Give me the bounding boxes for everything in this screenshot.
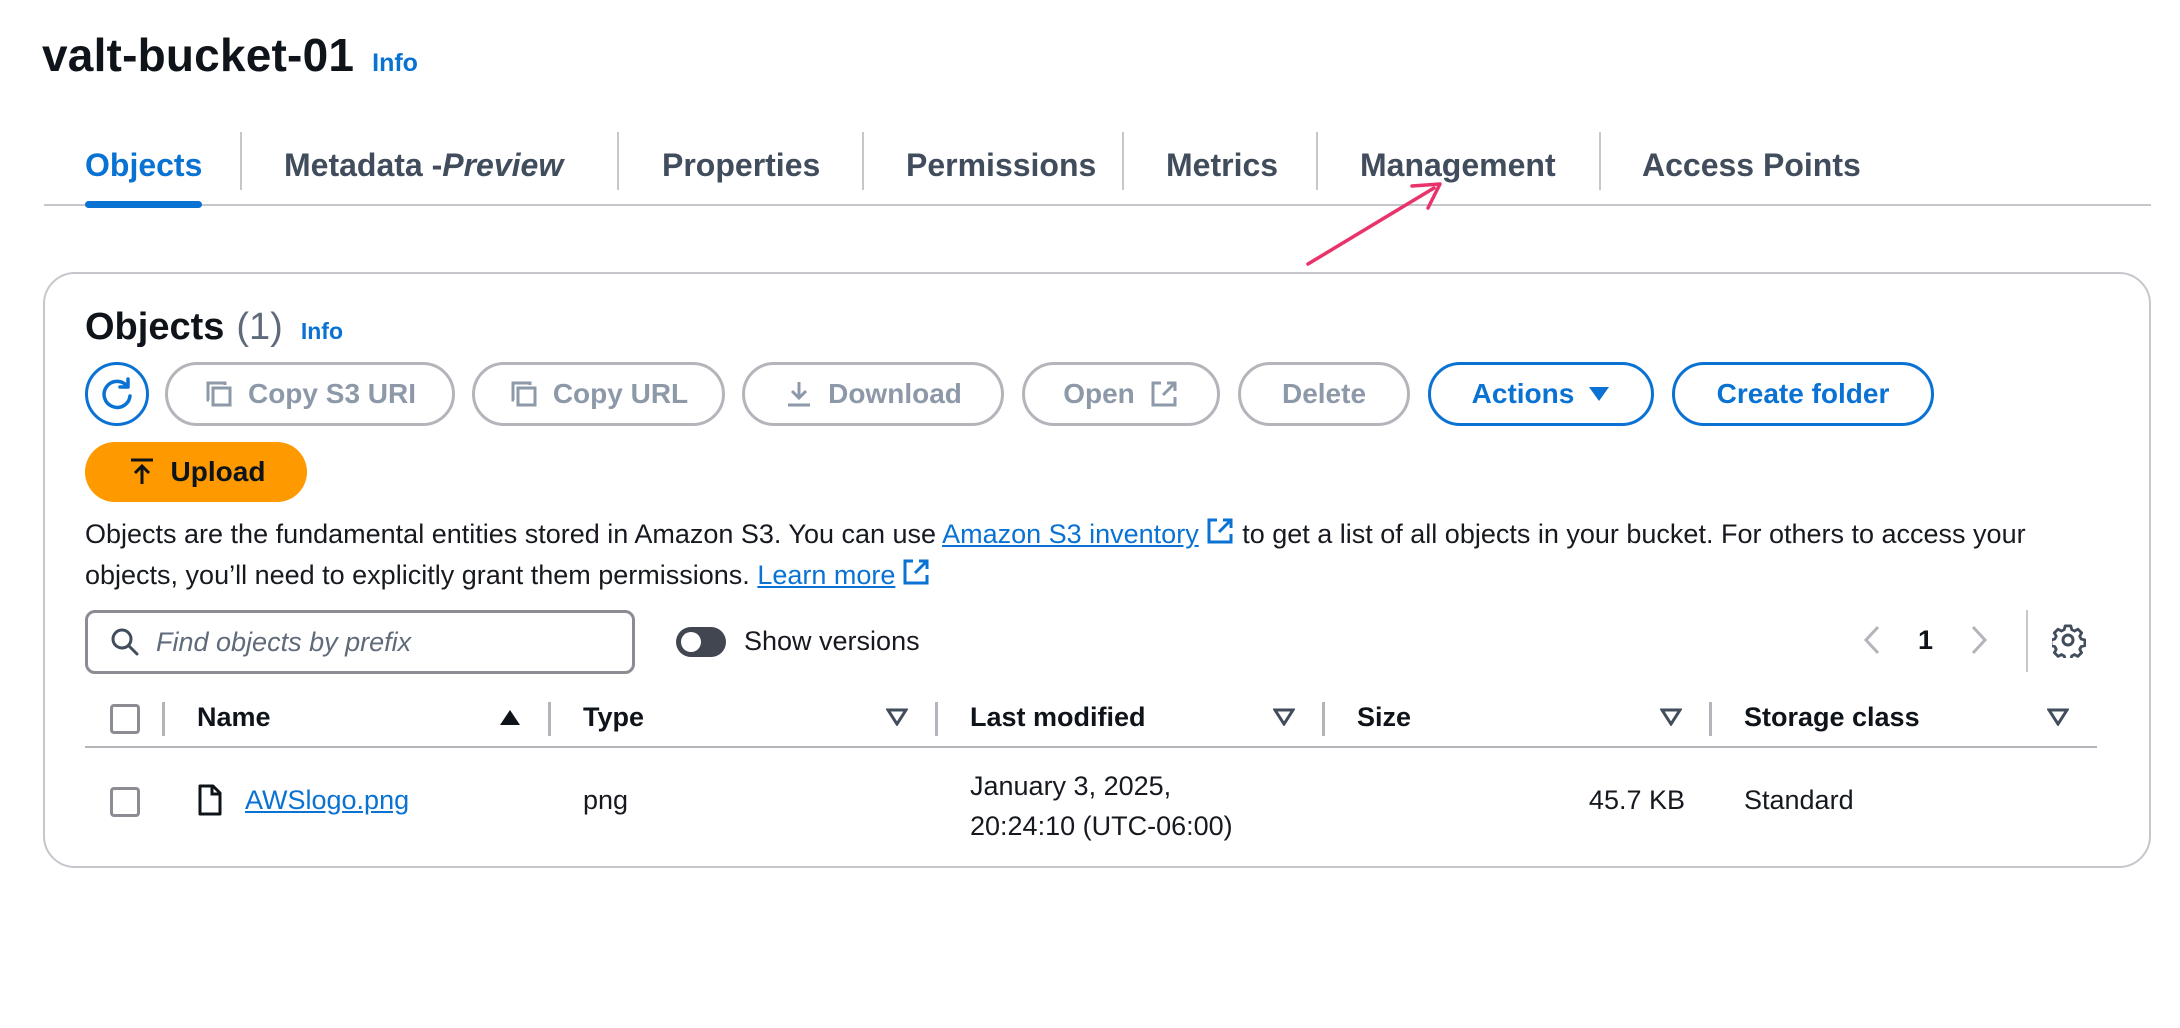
copy-url-label: Copy URL	[552, 378, 689, 409]
search-box[interactable]	[85, 610, 635, 674]
column-divider	[935, 702, 938, 736]
sort-icon[interactable]	[1660, 708, 1682, 726]
sort-icon[interactable]	[1273, 708, 1295, 726]
actions-label: Actions	[1471, 378, 1575, 409]
column-header-last-modified[interactable]: Last modified	[970, 702, 1146, 733]
delete-label: Delete	[1281, 378, 1367, 409]
tab-divider	[240, 132, 242, 190]
description-text: Objects are the fundamental entities sto…	[85, 519, 943, 549]
s3-inventory-link-label: Amazon S3 inventory	[942, 519, 1199, 549]
copy-icon	[509, 379, 539, 409]
tab-management[interactable]: Management	[1360, 126, 1556, 204]
last-modified-date: January 3, 2025,	[970, 771, 1172, 801]
copy-url-button[interactable]: Copy URL	[472, 362, 725, 426]
tab-permissions[interactable]: Permissions	[906, 126, 1096, 204]
delete-button[interactable]: Delete	[1238, 362, 1410, 426]
object-last-modified-cell: January 3, 2025, 20:24:10 (UTC-06:00)	[970, 766, 1233, 846]
table-header: Name Type Last modified Size Storage cla…	[85, 690, 2097, 748]
tab-divider	[617, 132, 619, 190]
create-folder-button[interactable]: Create folder	[1672, 362, 1934, 426]
learn-more-link[interactable]: Learn more	[757, 559, 931, 590]
table-row: AWSlogo.png png January 3, 2025, 20:24:1…	[85, 748, 2097, 852]
upload-button[interactable]: Upload	[85, 442, 307, 502]
sort-icon[interactable]	[886, 708, 908, 726]
tab-access-points[interactable]: Access Points	[1642, 126, 1861, 204]
chevron-right-icon[interactable]	[1969, 624, 1989, 656]
gear-icon[interactable]	[2052, 624, 2086, 658]
toggle-knob	[681, 631, 701, 652]
column-divider	[1709, 702, 1712, 736]
last-modified-time: 20:24:10 (UTC-06:00)	[970, 811, 1233, 841]
tab-metrics[interactable]: Metrics	[1166, 126, 1278, 204]
search-input[interactable]	[156, 626, 596, 658]
external-link-icon	[1207, 518, 1233, 544]
copy-s3-uri-label: Copy S3 URI	[247, 378, 417, 409]
show-versions-control: Show versions	[676, 626, 920, 657]
objects-heading: Objects	[85, 306, 225, 348]
tab-divider	[1599, 132, 1601, 190]
object-storage-class-cell: Standard	[1744, 785, 1854, 815]
select-all-checkbox[interactable]	[110, 704, 140, 734]
file-icon	[198, 784, 222, 816]
sort-icon[interactable]	[2047, 708, 2069, 726]
upload-label: Upload	[170, 456, 266, 487]
s3-inventory-link[interactable]: Amazon S3 inventory	[942, 518, 1235, 549]
open-button[interactable]: Open	[1022, 362, 1220, 426]
caret-down-icon	[1588, 386, 1610, 402]
tab-label: Metadata -	[284, 146, 443, 183]
copy-icon	[204, 379, 234, 409]
download-icon	[784, 379, 814, 409]
pagination-divider	[2026, 610, 2028, 672]
create-folder-label: Create folder	[1716, 378, 1890, 409]
objects-header: Objects (1) Info	[85, 306, 343, 349]
objects-description: Objects are the fundamental entities sto…	[85, 514, 2115, 596]
download-button[interactable]: Download	[742, 362, 1004, 426]
column-header-storage-class[interactable]: Storage class	[1744, 702, 1920, 733]
show-versions-label: Show versions	[744, 626, 920, 656]
upload-icon	[127, 457, 157, 487]
object-type-cell: png	[583, 785, 629, 815]
external-link-icon	[1149, 379, 1179, 409]
download-label: Download	[828, 378, 962, 409]
tab-objects[interactable]: Objects	[85, 126, 203, 208]
column-header-name[interactable]: Name	[197, 702, 271, 733]
pagination: 1	[1862, 624, 1989, 656]
sort-ascending-icon[interactable]	[499, 708, 521, 726]
info-link[interactable]: Info	[372, 49, 418, 78]
column-header-type[interactable]: Type	[583, 702, 644, 733]
object-name-link[interactable]: AWSlogo.png	[245, 785, 409, 815]
object-size-cell: 45.7 KB	[1588, 785, 1685, 815]
objects-count: (1)	[236, 306, 283, 348]
column-divider	[1322, 702, 1325, 736]
objects-table: Name Type Last modified Size Storage cla…	[85, 690, 2097, 852]
search-icon	[111, 628, 139, 656]
refresh-button[interactable]	[85, 362, 149, 426]
tab-divider	[1122, 132, 1124, 190]
tab-divider	[1316, 132, 1318, 190]
open-label: Open	[1063, 378, 1135, 409]
external-link-icon	[903, 559, 929, 585]
tab-metadata-preview[interactable]: Metadata - Preview	[284, 126, 563, 204]
column-header-size[interactable]: Size	[1357, 702, 1411, 733]
learn-more-link-label: Learn more	[757, 560, 896, 590]
chevron-left-icon[interactable]	[1862, 624, 1882, 656]
tab-divider	[862, 132, 864, 190]
row-checkbox[interactable]	[110, 787, 140, 817]
refresh-icon	[102, 377, 132, 410]
current-page[interactable]: 1	[1918, 625, 1933, 656]
tab-label-preview: Preview	[442, 146, 564, 183]
column-divider	[548, 702, 551, 736]
column-divider	[162, 702, 165, 736]
copy-s3-uri-button[interactable]: Copy S3 URI	[165, 362, 455, 426]
tab-properties[interactable]: Properties	[662, 126, 820, 204]
show-versions-toggle[interactable]	[676, 626, 726, 657]
page-title: valt-bucket-01	[42, 29, 355, 81]
bucket-header: valt-bucket-01 Info	[42, 28, 418, 82]
tab-bar: Objects Metadata - Preview Properties Pe…	[44, 126, 2151, 208]
actions-button[interactable]: Actions	[1428, 362, 1654, 426]
object-name-cell: AWSlogo.png	[245, 785, 409, 816]
objects-info-link[interactable]: Info	[301, 318, 343, 345]
